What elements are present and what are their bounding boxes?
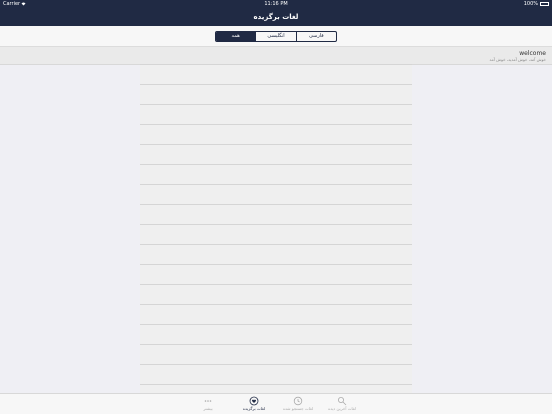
filter-bar: همه انگلیسی فارسی — [0, 26, 552, 47]
more-icon — [204, 400, 212, 402]
navigation-bar: لغات برگزیده — [0, 8, 552, 26]
favorites-icon — [249, 396, 259, 406]
divider — [140, 304, 412, 305]
list-item[interactable]: welcome خوش آمد، خوش آمدید، خوش آمد — [0, 47, 552, 65]
status-time: 11:16 PM — [264, 1, 288, 7]
tab-favorites[interactable]: لغات برگزیده — [234, 396, 274, 412]
segment-all[interactable]: همه — [216, 32, 256, 41]
divider — [140, 244, 412, 245]
tab-label: بیشتر — [203, 406, 213, 411]
segment-english[interactable]: انگلیسی — [255, 32, 295, 41]
tab-more[interactable]: بیشتر — [188, 396, 228, 412]
divider — [140, 204, 412, 205]
divider — [140, 264, 412, 265]
segment-persian[interactable]: فارسی — [295, 32, 336, 41]
page-title: لغات برگزیده — [253, 13, 299, 21]
tab-bar: لغات آخرین دیده لغات جستجو شده لغات برگز… — [0, 393, 552, 414]
divider — [140, 84, 412, 85]
entry-meaning: خوش آمد، خوش آمدید، خوش آمد — [489, 57, 546, 62]
divider — [140, 124, 412, 125]
tab-recent[interactable]: لغات آخرین دیده — [322, 396, 362, 412]
divider — [140, 184, 412, 185]
history-icon — [293, 396, 303, 406]
entry-word: welcome — [519, 50, 546, 57]
battery-percent: 100% — [523, 1, 538, 7]
divider — [140, 284, 412, 285]
battery-icon — [540, 2, 549, 6]
divider — [140, 144, 412, 145]
divider — [140, 64, 412, 65]
detail-pane — [140, 64, 412, 393]
favorites-list: welcome خوش آمد، خوش آمدید، خوش آمد — [0, 47, 552, 393]
language-segmented-control: همه انگلیسی فارسی — [215, 31, 337, 42]
search-icon — [338, 397, 347, 406]
divider — [140, 384, 412, 385]
tab-label: لغات برگزیده — [242, 406, 266, 411]
divider — [140, 224, 412, 225]
status-bar: Carrier 11:16 PM 100% — [0, 0, 552, 8]
divider — [140, 364, 412, 365]
tab-label: لغات آخرین دیده — [328, 406, 356, 411]
divider — [140, 104, 412, 105]
divider — [140, 324, 412, 325]
tab-label: لغات جستجو شده — [282, 406, 314, 411]
tab-searched[interactable]: لغات جستجو شده — [278, 396, 318, 412]
divider — [140, 344, 412, 345]
divider — [140, 164, 412, 165]
